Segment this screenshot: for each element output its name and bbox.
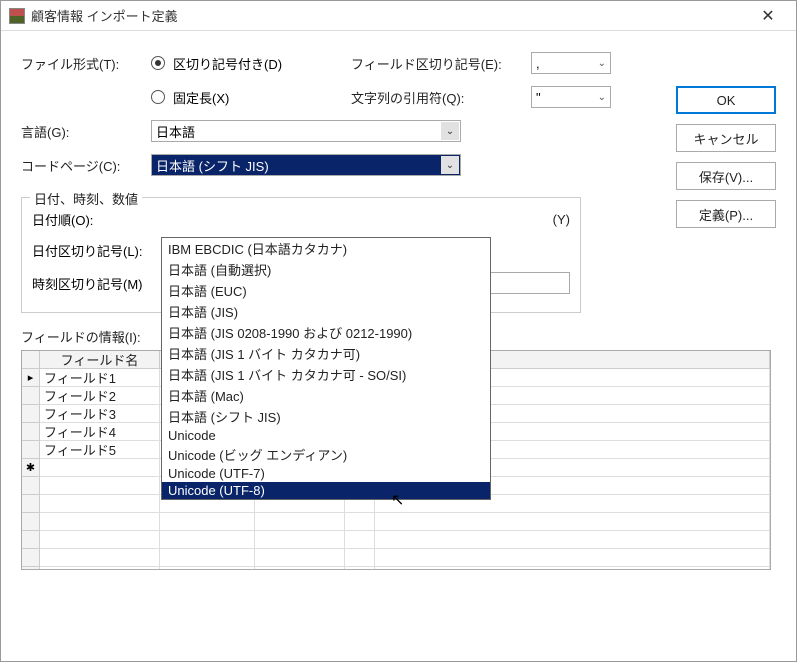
app-icon [9, 8, 25, 24]
table-empty-row [22, 567, 770, 569]
dropdown-item[interactable]: Unicode (UTF-8) [162, 482, 490, 499]
chevron-down-icon: ⌄ [598, 92, 606, 103]
codepage-value: 日本語 (シフト JIS) [156, 156, 269, 175]
row-fixed: 固定長(X) 文字列の引用符(Q): " ⌄ [21, 85, 776, 109]
language-value: 日本語 [156, 122, 195, 141]
cell-name[interactable]: フィールド5 [40, 441, 160, 459]
radio-fixed-icon [151, 90, 165, 104]
cell-name[interactable]: フィールド4 [40, 423, 160, 441]
text-qual-value: " [536, 90, 541, 105]
table-empty-row [22, 513, 770, 531]
col-name[interactable]: フィールド名 [40, 351, 160, 369]
window-title: 顧客情報 インポート定義 [31, 6, 748, 25]
codepage-dropdown[interactable]: IBM EBCDIC (日本語カタカナ)日本語 (自動選択)日本語 (EUC)日… [161, 237, 491, 500]
radio-fixed-wrap[interactable]: 固定長(X) [151, 88, 351, 107]
dropdown-item[interactable]: 日本語 (シフト JIS) [162, 406, 490, 427]
close-button[interactable]: ✕ [748, 2, 788, 30]
table-empty-row [22, 549, 770, 567]
right-button-column: OK キャンセル 保存(V)... 定義(P)... [676, 86, 776, 228]
field-sep-combo[interactable]: , ⌄ [531, 52, 611, 74]
dialog-body: OK キャンセル 保存(V)... 定義(P)... ファイル形式(T): 区切… [1, 31, 796, 580]
label-hidden-y: (Y) [553, 212, 570, 227]
dropdown-item[interactable]: Unicode [162, 427, 490, 444]
cancel-button[interactable]: キャンセル [676, 124, 776, 152]
dropdown-item[interactable]: 日本語 (JIS 1 バイト カタカナ可) [162, 343, 490, 364]
field-sep-value: , [536, 56, 540, 71]
label-codepage: コードページ(C): [21, 156, 151, 175]
label-language: 言語(G): [21, 122, 151, 141]
row-selector[interactable] [22, 423, 40, 441]
save-button[interactable]: 保存(V)... [676, 162, 776, 190]
ok-button[interactable]: OK [676, 86, 776, 114]
dropdown-item[interactable]: 日本語 (JIS 0208-1990 および 0212-1990) [162, 322, 490, 343]
label-file-format: ファイル形式(T): [21, 54, 151, 73]
label-time-sep: 時刻区切り記号(M) [32, 274, 152, 293]
label-date-order: 日付順(O): [32, 210, 152, 229]
radio-fixed-label: 固定長(X) [173, 88, 229, 107]
dropdown-item[interactable]: 日本語 (EUC) [162, 280, 490, 301]
dialog-window: 顧客情報 インポート定義 ✕ OK キャンセル 保存(V)... 定義(P)..… [0, 0, 797, 662]
grid-corner [22, 351, 40, 369]
cell-name[interactable]: フィールド1 [40, 369, 160, 387]
cell-name[interactable]: フィールド3 [40, 405, 160, 423]
dropdown-item[interactable]: Unicode (UTF-7) [162, 465, 490, 482]
radio-delimited-label: 区切り記号付き(D) [173, 54, 282, 73]
time-sep-field[interactable] [490, 272, 570, 294]
titlebar: 顧客情報 インポート定義 ✕ [1, 1, 796, 31]
table-empty-row [22, 531, 770, 549]
label-field-sep: フィールド区切り記号(E): [351, 54, 531, 73]
label-date-sep: 日付区切り記号(L): [32, 241, 152, 260]
chevron-down-icon: ⌄ [441, 156, 459, 174]
dropdown-item[interactable]: 日本語 (自動選択) [162, 259, 490, 280]
row-selector[interactable]: ✱ [22, 459, 40, 477]
row-selector[interactable] [22, 441, 40, 459]
chevron-down-icon: ⌄ [598, 58, 606, 69]
row-selector[interactable] [22, 387, 40, 405]
dropdown-item[interactable]: 日本語 (JIS 1 バイト カタカナ可 - SO/SI) [162, 364, 490, 385]
language-combo[interactable]: 日本語 ⌄ [151, 120, 461, 142]
dropdown-item[interactable]: 日本語 (JIS) [162, 301, 490, 322]
row-selector[interactable] [22, 405, 40, 423]
dropdown-item[interactable]: 日本語 (Mac) [162, 385, 490, 406]
codepage-combo[interactable]: 日本語 (シフト JIS) ⌄ [151, 154, 461, 176]
text-qual-combo[interactable]: " ⌄ [531, 86, 611, 108]
dropdown-item[interactable]: Unicode (ビッグ エンディアン) [162, 444, 490, 465]
row-codepage: コードページ(C): 日本語 (シフト JIS) ⌄ [21, 153, 776, 177]
chevron-down-icon: ⌄ [441, 122, 459, 140]
dropdown-item[interactable]: IBM EBCDIC (日本語カタカナ) [162, 238, 490, 259]
row-file-format: ファイル形式(T): 区切り記号付き(D) フィールド区切り記号(E): , ⌄ [21, 51, 776, 75]
radio-delimited-wrap[interactable]: 区切り記号付き(D) [151, 54, 351, 73]
group-legend: 日付、時刻、数値 [30, 189, 142, 208]
spec-button[interactable]: 定義(P)... [676, 200, 776, 228]
row-selector[interactable]: ▸ [22, 369, 40, 387]
label-text-qual: 文字列の引用符(Q): [351, 88, 531, 107]
cell-name[interactable]: フィールド2 [40, 387, 160, 405]
row-language: 言語(G): 日本語 ⌄ [21, 119, 776, 143]
radio-delimited-icon [151, 56, 165, 70]
